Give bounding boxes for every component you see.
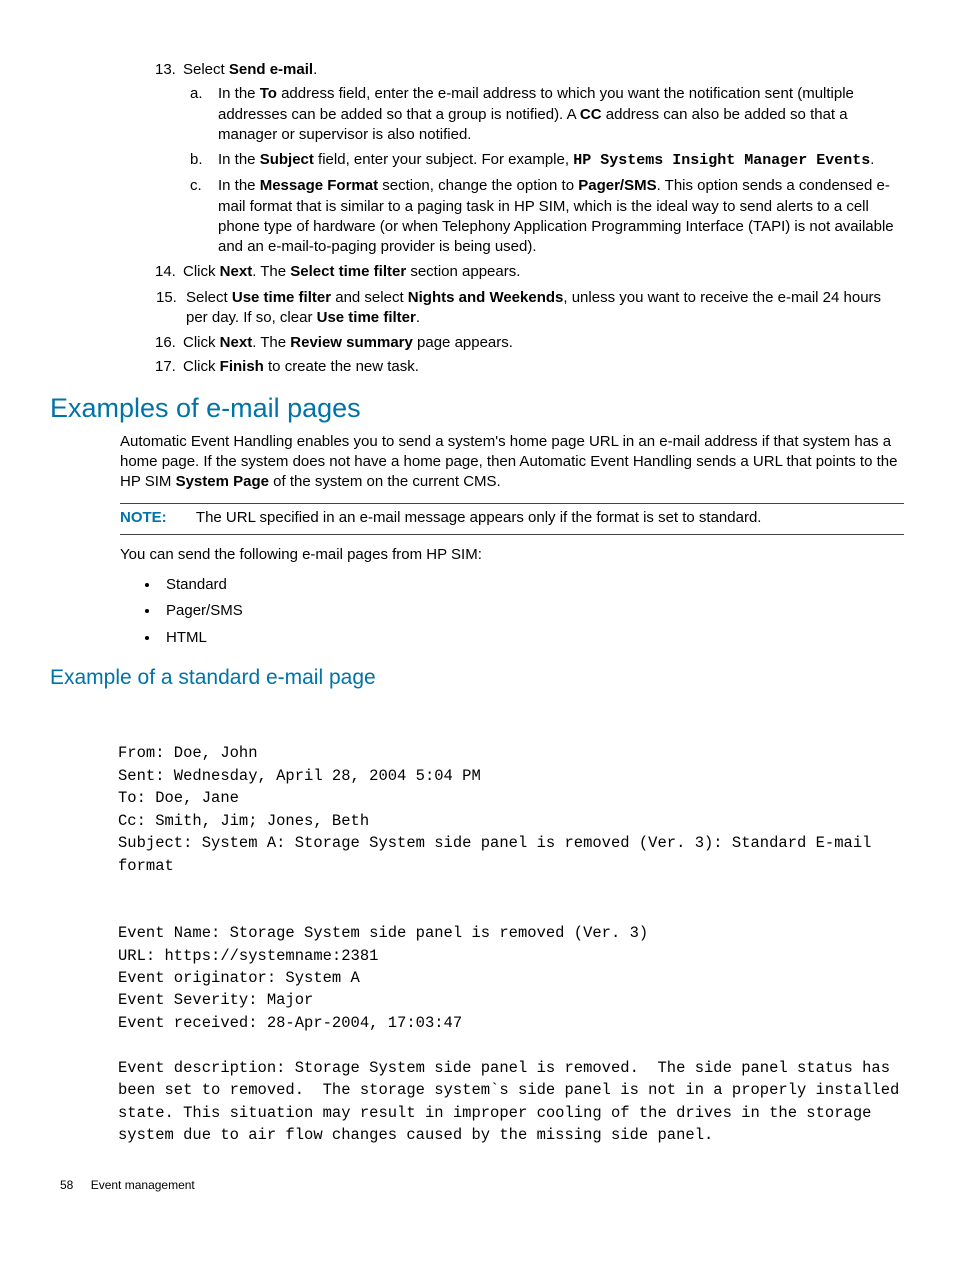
step-13: 13.Select Send e-mail. a. In the To addr… <box>155 60 904 258</box>
substep-b: b. In the Subject field, enter your subj… <box>189 149 904 172</box>
note-rule <box>120 534 904 535</box>
page-number: 58 <box>60 1177 73 1193</box>
substep-a: a. In the To address field, enter the e-… <box>189 83 904 146</box>
list-item: HTML <box>160 628 904 648</box>
substep-letter: b. <box>190 151 203 168</box>
heading-examples: Examples of e-mail pages <box>50 390 904 426</box>
list-item: Standard <box>160 575 904 595</box>
step-14: 14.Click Next. The Select time filter se… <box>155 262 904 282</box>
note-label: NOTE: <box>120 508 192 528</box>
substep-letter: c. <box>190 177 202 194</box>
substeps: a. In the To address field, enter the e-… <box>155 83 904 258</box>
note-text: The URL specified in an e-mail message a… <box>196 509 762 526</box>
email-sample: From: Doe, John Sent: Wednesday, April 2… <box>50 742 904 1146</box>
heading-standard-example: Example of a standard e-mail page <box>50 664 904 692</box>
substep-letter: a. <box>190 85 203 102</box>
list-intro: You can send the following e-mail pages … <box>50 545 904 565</box>
page-footer: 58 Event management <box>50 1177 904 1193</box>
email-types-list: Standard Pager/SMS HTML <box>50 575 904 648</box>
step-number: 13. <box>155 60 183 80</box>
step-15: 15. Select Use time filter and select Ni… <box>155 287 904 330</box>
step-17: 17.Click Finish to create the new task. <box>155 357 904 377</box>
ordered-steps: 13.Select Send e-mail. a. In the To addr… <box>50 60 904 378</box>
step-text: Select Send e-mail. <box>183 61 317 78</box>
note-block: NOTE: The URL specified in an e-mail mes… <box>50 504 904 534</box>
list-item: Pager/SMS <box>160 601 904 621</box>
footer-title: Event management <box>91 1178 195 1192</box>
step-16: 16.Click Next. The Review summary page a… <box>155 333 904 353</box>
substep-c: c. In the Message Format section, change… <box>189 175 904 258</box>
intro-paragraph: Automatic Event Handling enables you to … <box>50 432 904 493</box>
